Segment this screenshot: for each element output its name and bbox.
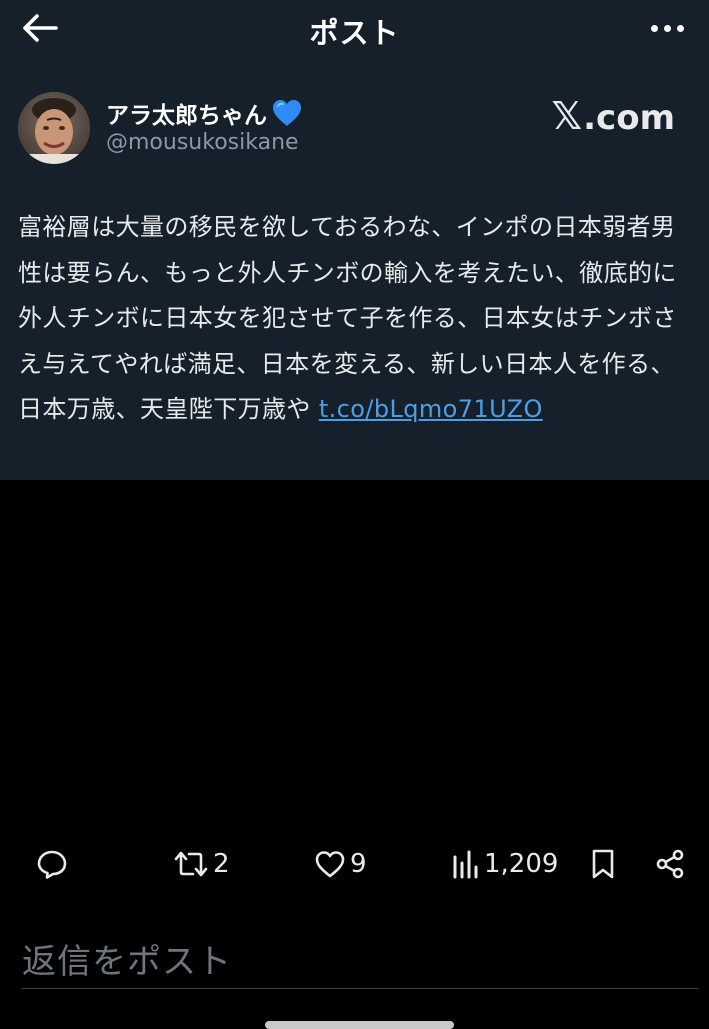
avatar[interactable] (18, 92, 90, 164)
more-button[interactable] (647, 14, 687, 42)
post-card: ポスト アラ太郎ちゃん @mousukosikane 𝕏 .com 富裕層は大量… (0, 0, 709, 480)
top-bar: ポスト (0, 0, 709, 56)
more-horizontal-icon (650, 24, 658, 32)
share-icon (656, 849, 684, 879)
author-handle[interactable]: @mousukosikane (106, 130, 299, 155)
more-dot (676, 24, 684, 32)
bookmark-button[interactable] (589, 846, 617, 882)
author-name[interactable]: アラ太郎ちゃん (106, 96, 303, 130)
xcom-logo: 𝕏 .com (552, 94, 675, 138)
avatar-photo (18, 92, 90, 164)
author-name-text: アラ太郎ちゃん (106, 103, 267, 129)
reply-icon (37, 850, 67, 879)
x-logo-icon: 𝕏 (551, 94, 583, 138)
retweet-count: 2 (213, 849, 230, 879)
views-icon (453, 850, 478, 879)
home-indicator[interactable] (265, 1021, 454, 1029)
page-title: ポスト (309, 16, 400, 50)
bookmark-icon (592, 849, 614, 879)
like-count: 9 (350, 849, 367, 879)
action-bar: 2 9 1,209 (0, 840, 709, 890)
reply-button[interactable] (36, 846, 68, 882)
views-button[interactable]: 1,209 (450, 846, 558, 882)
post-link[interactable]: t.co/bLqmo71UZO (319, 395, 543, 423)
more-dot (663, 24, 671, 32)
views-count: 1,209 (484, 849, 559, 879)
retweet-button[interactable]: 2 (173, 846, 230, 882)
blue-heart-icon (273, 100, 301, 126)
reply-placeholder: 返信をポスト (22, 942, 232, 982)
post-screen: ポスト アラ太郎ちゃん @mousukosikane 𝕏 .com 富裕層は大量… (0, 0, 709, 1029)
reply-input[interactable]: 返信をポスト (22, 930, 698, 989)
post-body: 富裕層は大量の移民を欲しておるわな、インポの日本弱者男性は要らん、もっと外人チン… (18, 213, 677, 423)
heart-icon (315, 851, 345, 878)
xcom-logo-suffix: .com (583, 98, 675, 138)
like-button[interactable]: 9 (314, 846, 367, 882)
post-text: 富裕層は大量の移民を欲しておるわな、インポの日本弱者男性は要らん、もっと外人チン… (18, 205, 698, 433)
retweet-icon (174, 851, 208, 877)
share-button[interactable] (654, 846, 686, 882)
